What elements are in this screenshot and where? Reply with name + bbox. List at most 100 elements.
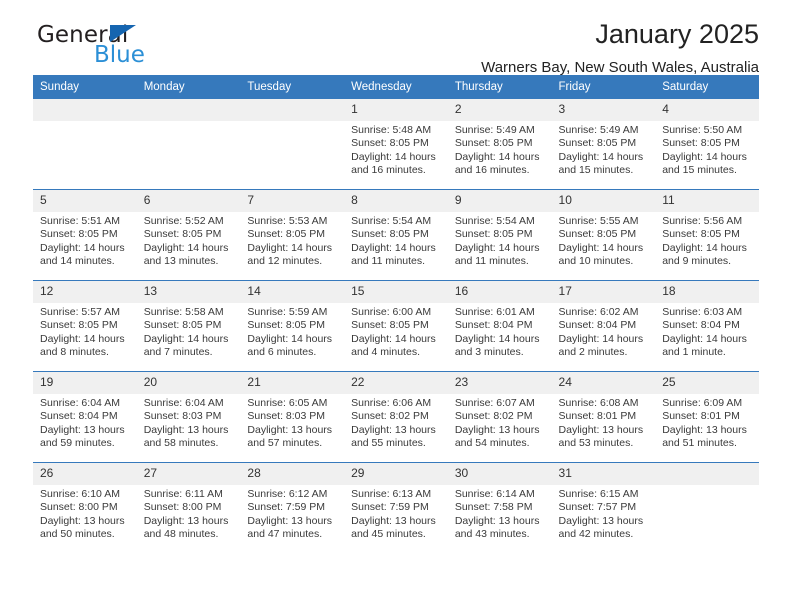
day-box: 2 Sunrise: 5:49 AM Sunset: 8:05 PM Daylight…: [447, 99, 552, 189]
sunrise-text: Sunrise: 6:11 AM: [143, 488, 223, 500]
calendar-day-cell[interactable]: 28 Sunrise: 6:12 AM Sunset: 7:59 PM Dayligh…: [240, 462, 345, 553]
calendar-day-cell[interactable]: 4 Sunrise: 5:50 AM Sunset: 8:05 PM Daylight…: [655, 99, 759, 190]
calendar-day-cell[interactable]: 10 Sunrise: 5:55 AM Sunset: 8:05 PM Dayligh…: [551, 189, 656, 281]
calendar-day-cell[interactable]: 11 Sunrise: 5:56 AM Sunset: 8:05 PM Dayligh…: [655, 189, 759, 281]
logo-triangle-icon: [110, 25, 136, 42]
day-number: 21: [240, 372, 345, 394]
weekday-header-tuesday: Tuesday: [240, 75, 345, 99]
calendar-day-cell[interactable]: 29 Sunrise: 6:13 AM Sunset: 7:59 PM Dayligh…: [344, 462, 448, 553]
day-details: Sunrise: 5:53 AM Sunset: 8:05 PM Daylight:…: [240, 212, 344, 268]
sunrise-text: Sunrise: 5:57 AM: [40, 306, 120, 318]
calendar-day-cell[interactable]: 18 Sunrise: 6:03 AM Sunset: 8:04 PM Dayligh…: [655, 280, 759, 372]
day-details: Sunrise: 5:50 AM Sunset: 8:05 PM Daylight:…: [655, 121, 759, 177]
calendar-day-cell[interactable]: 23 Sunrise: 6:07 AM Sunset: 8:02 PM Dayligh…: [447, 371, 552, 463]
page-header: General Blue January 2025 Warners Bay, N…: [33, 0, 759, 76]
sunrise-sunset-calendar: Sunday Monday Tuesday Wednesday Thursday…: [33, 75, 759, 553]
day-box: 1 Sunrise: 5:48 AM Sunset: 8:05 PM Daylight…: [344, 99, 448, 189]
sunset-text: Sunset: 8:03 PM: [143, 410, 222, 423]
day-number: 29: [344, 463, 448, 485]
calendar-week-row: 26 Sunrise: 6:10 AM Sunset: 8:00 PM Dayligh…: [33, 462, 759, 553]
sunrise-text: Sunrise: 6:05 AM: [247, 397, 328, 409]
sunset-text: Sunset: 8:04 PM: [454, 319, 533, 332]
sunrise-text: Sunrise: 6:12 AM: [247, 488, 328, 500]
day-details: Sunrise: 6:11 AM Sunset: 8:00 PM Daylight:…: [137, 485, 241, 541]
day-box: 28 Sunrise: 6:12 AM Sunset: 7:59 PM Dayligh…: [240, 463, 345, 553]
calendar-day-cell[interactable]: 6 Sunrise: 5:52 AM Sunset: 8:05 PM Daylight…: [136, 189, 241, 281]
day-box: 14 Sunrise: 5:59 AM Sunset: 8:05 PM Dayligh…: [240, 281, 345, 371]
weekday-header-wednesday: Wednesday: [344, 75, 448, 99]
sunset-text: Sunset: 8:02 PM: [351, 410, 429, 423]
calendar-day-cell[interactable]: 9 Sunrise: 5:54 AM Sunset: 8:05 PM Daylight…: [447, 189, 552, 281]
sunrise-text: Sunrise: 6:04 AM: [40, 397, 120, 409]
sunrise-text: Sunrise: 5:50 AM: [662, 124, 743, 136]
sunset-text: Sunset: 8:05 PM: [558, 228, 637, 241]
day-number: 9: [447, 190, 552, 212]
day-number: 23: [447, 372, 552, 394]
calendar-day-cell[interactable]: 31 Sunrise: 6:15 AM Sunset: 7:57 PM Dayligh…: [551, 462, 656, 553]
daylight-text: Daylight: 14 hours and 8 minutes.: [40, 332, 125, 358]
calendar-day-cell[interactable]: 27 Sunrise: 6:11 AM Sunset: 8:00 PM Dayligh…: [136, 462, 241, 553]
general-blue-logo[interactable]: General Blue: [37, 22, 247, 74]
calendar-day-cell[interactable]: 21 Sunrise: 6:05 AM Sunset: 8:03 PM Dayligh…: [240, 371, 345, 463]
calendar-week-row: 5 Sunrise: 5:51 AM Sunset: 8:05 PM Daylight…: [33, 189, 759, 281]
daylight-text: Daylight: 13 hours and 54 minutes.: [454, 423, 540, 449]
calendar-page: General Blue January 2025 Warners Bay, N…: [0, 0, 792, 612]
daylight-text: Daylight: 13 hours and 42 minutes.: [558, 514, 644, 540]
calendar-day-cell[interactable]: 30 Sunrise: 6:14 AM Sunset: 7:58 PM Dayligh…: [447, 462, 552, 553]
calendar-day-cell[interactable]: 19 Sunrise: 6:04 AM Sunset: 8:04 PM Dayligh…: [33, 371, 137, 463]
sunset-text: Sunset: 8:05 PM: [143, 319, 222, 332]
daylight-text: Daylight: 14 hours and 15 minutes.: [662, 150, 747, 176]
calendar-day-cell[interactable]: 22 Sunrise: 6:06 AM Sunset: 8:02 PM Dayligh…: [344, 371, 448, 463]
calendar-day-cell[interactable]: 8 Sunrise: 5:54 AM Sunset: 8:05 PM Daylight…: [344, 189, 448, 281]
calendar-day-cell[interactable]: 26 Sunrise: 6:10 AM Sunset: 8:00 PM Dayligh…: [33, 462, 137, 553]
day-box: 27 Sunrise: 6:11 AM Sunset: 8:00 PM Dayligh…: [136, 463, 241, 553]
day-number: 15: [344, 281, 448, 303]
day-number: 27: [136, 463, 241, 485]
day-number: 11: [655, 190, 759, 212]
daylight-text: Daylight: 13 hours and 59 minutes.: [40, 423, 125, 449]
day-number: [136, 99, 241, 121]
weekday-header-saturday: Saturday: [655, 75, 759, 99]
day-details: Sunrise: 5:52 AM Sunset: 8:05 PM Daylight:…: [137, 212, 241, 268]
sunrise-text: Sunrise: 5:52 AM: [143, 215, 224, 227]
day-box: 10 Sunrise: 5:55 AM Sunset: 8:05 PM Dayligh…: [551, 190, 656, 280]
calendar-cell-empty: [240, 99, 345, 190]
day-details: Sunrise: 5:55 AM Sunset: 8:05 PM Daylight:…: [552, 212, 656, 268]
calendar-cell-empty: [136, 99, 241, 190]
sunrise-text: Sunrise: 5:59 AM: [247, 306, 328, 318]
day-box: 3 Sunrise: 5:49 AM Sunset: 8:05 PM Daylight…: [551, 99, 656, 189]
calendar-day-cell[interactable]: 12 Sunrise: 5:57 AM Sunset: 8:05 PM Dayligh…: [33, 280, 137, 372]
calendar-day-cell[interactable]: 3 Sunrise: 5:49 AM Sunset: 8:05 PM Daylight…: [551, 99, 656, 190]
sunrise-text: Sunrise: 5:58 AM: [143, 306, 224, 318]
calendar-day-cell[interactable]: 25 Sunrise: 6:09 AM Sunset: 8:01 PM Dayligh…: [655, 371, 759, 463]
day-box: 29 Sunrise: 6:13 AM Sunset: 7:59 PM Dayligh…: [344, 463, 448, 553]
day-number: 19: [33, 372, 137, 394]
calendar-day-cell[interactable]: 15 Sunrise: 6:00 AM Sunset: 8:05 PM Dayligh…: [344, 280, 448, 372]
calendar-week-row: 1 Sunrise: 5:48 AM Sunset: 8:05 PM Daylight…: [33, 99, 759, 190]
calendar-day-cell[interactable]: 20 Sunrise: 6:04 AM Sunset: 8:03 PM Dayligh…: [136, 371, 241, 463]
day-details: Sunrise: 6:03 AM Sunset: 8:04 PM Daylight:…: [655, 303, 759, 359]
day-number: 20: [136, 372, 241, 394]
calendar-day-cell[interactable]: 7 Sunrise: 5:53 AM Sunset: 8:05 PM Daylight…: [240, 189, 345, 281]
calendar-day-cell[interactable]: 17 Sunrise: 6:02 AM Sunset: 8:04 PM Dayligh…: [551, 280, 656, 372]
day-box: 6 Sunrise: 5:52 AM Sunset: 8:05 PM Daylight…: [136, 190, 241, 280]
calendar-day-cell[interactable]: 1 Sunrise: 5:48 AM Sunset: 8:05 PM Daylight…: [344, 99, 448, 190]
day-box: 8 Sunrise: 5:54 AM Sunset: 8:05 PM Daylight…: [344, 190, 448, 280]
day-number: 4: [655, 99, 759, 121]
day-details: Sunrise: 6:00 AM Sunset: 8:05 PM Daylight:…: [344, 303, 448, 359]
daylight-text: Daylight: 13 hours and 45 minutes.: [351, 514, 436, 540]
day-details: Sunrise: 6:08 AM Sunset: 8:01 PM Daylight:…: [552, 394, 656, 450]
calendar-day-cell[interactable]: 16 Sunrise: 6:01 AM Sunset: 8:04 PM Dayligh…: [447, 280, 552, 372]
calendar-day-cell[interactable]: 13 Sunrise: 5:58 AM Sunset: 8:05 PM Dayligh…: [136, 280, 241, 372]
calendar-week-row: 12 Sunrise: 5:57 AM Sunset: 8:05 PM Dayligh…: [33, 280, 759, 372]
day-details: Sunrise: 6:12 AM Sunset: 7:59 PM Daylight:…: [240, 485, 344, 541]
daylight-text: Daylight: 13 hours and 51 minutes.: [662, 423, 747, 449]
calendar-day-cell[interactable]: 14 Sunrise: 5:59 AM Sunset: 8:05 PM Dayligh…: [240, 280, 345, 372]
daylight-text: Daylight: 14 hours and 16 minutes.: [351, 150, 436, 176]
calendar-day-cell[interactable]: 24 Sunrise: 6:08 AM Sunset: 8:01 PM Dayligh…: [551, 371, 656, 463]
day-box: 7 Sunrise: 5:53 AM Sunset: 8:05 PM Daylight…: [240, 190, 345, 280]
calendar-day-cell[interactable]: 5 Sunrise: 5:51 AM Sunset: 8:05 PM Daylight…: [33, 189, 137, 281]
sunrise-text: Sunrise: 5:54 AM: [454, 215, 535, 227]
day-details: Sunrise: 5:57 AM Sunset: 8:05 PM Daylight:…: [33, 303, 137, 359]
calendar-day-cell[interactable]: 2 Sunrise: 5:49 AM Sunset: 8:05 PM Daylight…: [447, 99, 552, 190]
